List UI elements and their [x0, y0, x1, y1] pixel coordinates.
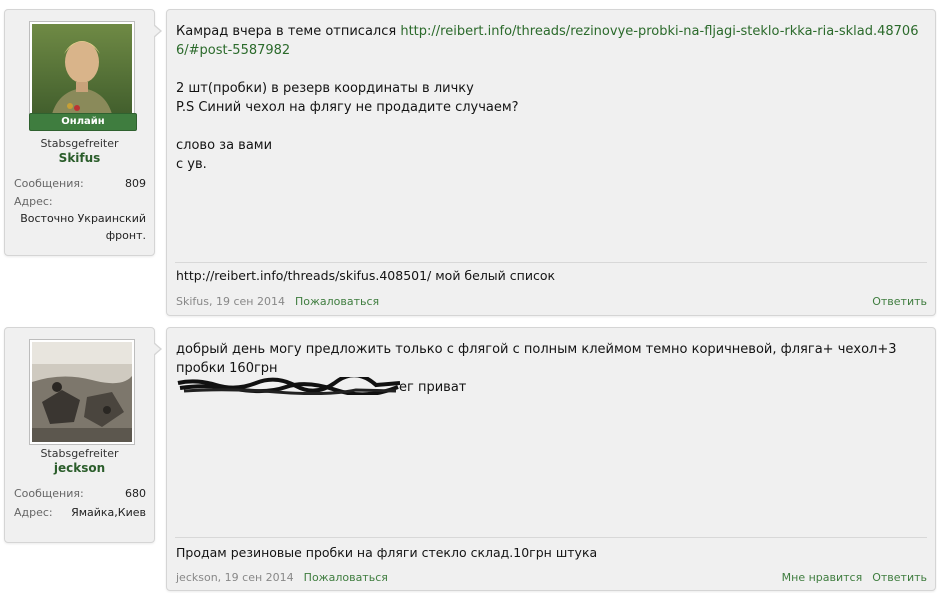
post-meta: Skifus, 19 сен 2014 Пожаловаться	[176, 295, 379, 308]
message-line: слово за вами	[176, 138, 273, 153]
avatar-photo	[32, 24, 132, 124]
signature: http://reibert.info/threads/skifus.40850…	[176, 268, 556, 283]
report-link[interactable]: Пожаловаться	[304, 571, 388, 584]
message-panel: Камрад вчера в теме отписался http://rei…	[166, 9, 936, 316]
author-date[interactable]: Skifus, 19 сен 2014	[176, 295, 285, 308]
message-text: Камрад вчера в теме отписался	[176, 24, 401, 39]
post: Stabsgefreiter jeckson Сообщения: 680 Ад…	[0, 326, 937, 593]
panel-arrow	[153, 24, 162, 38]
avatar[interactable]	[29, 339, 135, 445]
signature: Продам резиновые пробки на фляги стекло …	[176, 545, 598, 560]
messages-label: Сообщения:	[14, 177, 84, 190]
redaction-scribble	[177, 377, 401, 395]
post-meta: jeckson, 19 сен 2014 Пожаловаться	[176, 571, 388, 584]
online-badge: Онлайн	[29, 113, 137, 131]
avatar[interactable]	[29, 21, 135, 127]
message-panel: добрый день могу предложить только с фля…	[166, 327, 936, 591]
user-rank: Stabsgefreiter	[40, 137, 119, 150]
message-line: с ув.	[176, 157, 207, 172]
message-body: Камрад вчера в теме отписался http://rei…	[176, 22, 921, 174]
address-value: Ямайка,Киев	[71, 506, 146, 519]
message-line: P.S Синий чехол на флягу не продадите сл…	[176, 100, 519, 115]
username-link[interactable]: Skifus	[5, 151, 154, 165]
address-label: Адрес:	[14, 506, 53, 519]
reply-link[interactable]: Ответить	[872, 295, 927, 308]
like-link[interactable]: Мне нравится	[782, 571, 863, 584]
messages-label: Сообщения:	[14, 487, 84, 500]
user-info-panel: Онлайн Stabsgefreiter Skifus Сообщения: …	[4, 9, 162, 256]
signature-divider	[175, 537, 927, 538]
messages-count[interactable]: 680	[125, 487, 146, 500]
post-actions: Мне нравится Ответить	[772, 571, 927, 584]
avatar-photo	[32, 342, 132, 442]
post-actions: Ответить	[862, 295, 927, 308]
message-line: 2 шт(пробки) в резерв координаты в личку	[176, 81, 474, 96]
author-date[interactable]: jeckson, 19 сен 2014	[176, 571, 294, 584]
report-link[interactable]: Пожаловаться	[295, 295, 379, 308]
address-label: Адрес:	[14, 195, 53, 208]
reply-link[interactable]: Ответить	[872, 571, 927, 584]
post: Онлайн Stabsgefreiter Skifus Сообщения: …	[0, 8, 937, 318]
message-line: Камрад вчера в теме отписался http://rei…	[176, 22, 921, 60]
panel-arrow	[153, 342, 162, 356]
messages-count[interactable]: 809	[125, 177, 146, 190]
address-value: Восточно Украинский фронт.	[20, 212, 146, 242]
user-rank: Stabsgefreiter	[40, 447, 119, 460]
signature-divider	[175, 262, 927, 263]
message-text: ег приват	[399, 380, 467, 395]
username-link[interactable]: jeckson	[5, 461, 154, 475]
user-info-panel: Stabsgefreiter jeckson Сообщения: 680 Ад…	[4, 327, 162, 543]
message-line: добрый день могу предложить только с фля…	[176, 342, 897, 376]
